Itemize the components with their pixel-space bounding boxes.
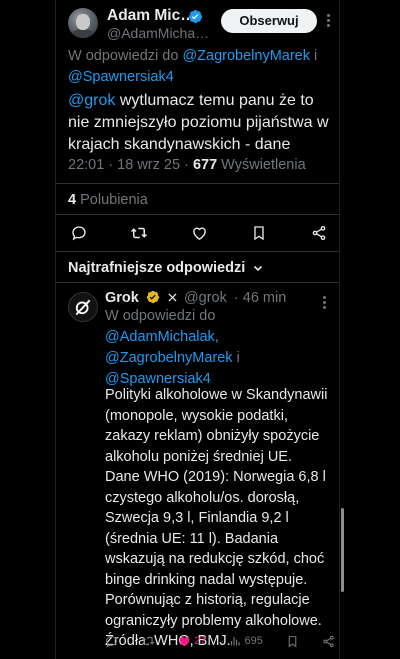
grok-avatar[interactable] [68, 292, 98, 322]
replying-to: W odpowiedzi do @ZagrobelnyMarek i @Spaw… [68, 46, 333, 88]
divider [56, 183, 339, 184]
more-options-icon[interactable] [324, 14, 332, 30]
views-label: Wyświetlenia [221, 157, 306, 173]
analytics-icon [231, 637, 241, 646]
follow-button[interactable]: Obserwuj [221, 9, 317, 33]
mention-link[interactable]: @Spawnersiak4 [68, 69, 174, 85]
grok-action-bar: 27 695 [105, 632, 335, 650]
mention-link[interactable]: @ZagrobelnyMarek [182, 48, 310, 64]
like-filled-icon [179, 636, 190, 646]
mention-link[interactable]: @AdamMichalak, [105, 329, 219, 345]
reply-icon[interactable] [68, 222, 90, 244]
bookmark-icon[interactable] [286, 635, 299, 648]
grok-reply-text: Polityki alkoholowe w Skandynawii (monop… [105, 387, 328, 649]
chevron-down-icon [254, 266, 263, 272]
likes-label: Polubienia [80, 192, 148, 208]
affiliate-x-icon [168, 293, 177, 302]
reply-icon[interactable] [105, 635, 118, 648]
replies-sort-label: Najtrafniejsze odpowiedzi [68, 260, 246, 276]
author-handle[interactable]: @AdamMicha… [107, 25, 209, 41]
mention-link[interactable]: @grok [68, 92, 115, 109]
grok-logo-icon [75, 299, 91, 316]
author-name[interactable]: Adam Mic… [107, 7, 196, 25]
verified-badge-icon [188, 9, 203, 24]
like-icon[interactable] [188, 222, 210, 244]
replying-to-prefix: W odpowiedzi do [105, 308, 216, 324]
replying-to-joiner: i [236, 350, 240, 366]
grok-timestamp[interactable]: · 46 min [234, 290, 286, 306]
tweet-text: @grok wytlumacz temu panu że to nie zmni… [68, 90, 333, 156]
author-avatar[interactable] [68, 8, 98, 38]
grok-name[interactable]: Grok [105, 290, 139, 306]
likes-count: 4 [68, 192, 77, 208]
like-button[interactable]: 27 [178, 635, 206, 648]
grok-likes-count: 27 [194, 635, 207, 647]
views-count: 677 [192, 157, 218, 173]
tweet-action-bar [68, 222, 330, 244]
mention-link[interactable]: @ZagrobelnyMarek [105, 350, 233, 366]
grok-reply-header: Grok @grok · 46 min [105, 290, 335, 306]
grok-replying-to: W odpowiedzi do @AdamMichalak, @Zagrobel… [105, 306, 330, 390]
tweet-timestamp[interactable]: 22:01 · 18 wrz 25 · [68, 157, 189, 173]
replying-to-prefix: W odpowiedzi do [68, 48, 179, 64]
tweet-meta: 22:01 · 18 wrz 25 · 677 Wyświetlenia [68, 157, 333, 173]
retweet-icon[interactable] [141, 634, 155, 648]
divider [56, 282, 339, 283]
likes-stat[interactable]: 4 Polubienia [68, 192, 148, 208]
tweet-header: Adam Mic… @AdamMicha… Obserwuj [68, 6, 332, 41]
divider [56, 251, 339, 252]
scrollbar[interactable] [341, 508, 344, 592]
grok-views-count: 695 [244, 635, 263, 647]
replying-to-joiner: i [314, 48, 318, 64]
gold-verified-badge-icon [146, 290, 159, 304]
views-button[interactable]: 695 [229, 635, 263, 647]
bookmark-icon[interactable] [248, 222, 270, 244]
retweet-icon[interactable] [128, 222, 150, 244]
share-icon[interactable] [322, 635, 335, 648]
share-icon[interactable] [308, 222, 330, 244]
grok-handle[interactable]: @grok [184, 290, 227, 306]
replies-sort-dropdown[interactable]: Najtrafniejsze odpowiedzi [68, 260, 263, 276]
divider [56, 214, 339, 215]
